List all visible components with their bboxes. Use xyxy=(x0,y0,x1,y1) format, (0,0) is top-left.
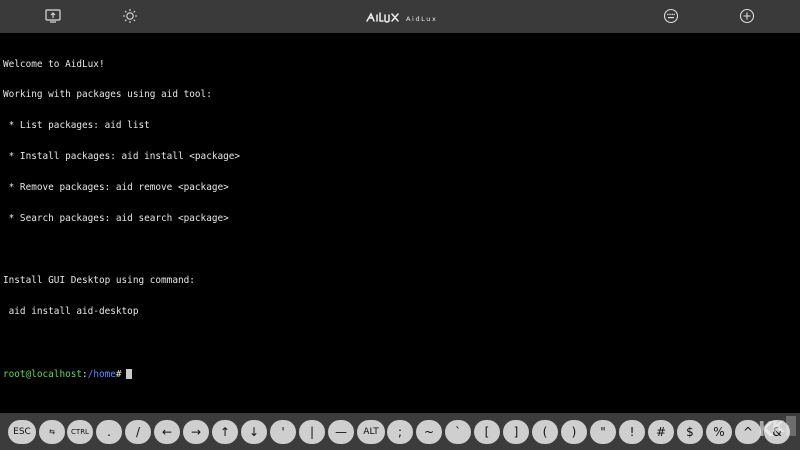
extra-key[interactable]: ; xyxy=(387,420,413,444)
extra-key[interactable]: ^ xyxy=(735,420,761,444)
prompt-user-host: root@localhost xyxy=(3,368,83,380)
extra-key[interactable]: # xyxy=(648,420,674,444)
terminal-line: * List packages: aid list xyxy=(3,120,150,132)
extra-key[interactable]: ↑ xyxy=(212,420,238,444)
terminal-line: * Search packages: aid search <package> xyxy=(3,213,229,225)
terminal-line: Welcome to AidLux! xyxy=(3,58,105,70)
terminal-line: * Install packages: aid install <package… xyxy=(3,151,241,163)
extra-key[interactable]: | xyxy=(299,420,325,444)
add-circle-icon[interactable] xyxy=(738,7,756,25)
extra-key[interactable]: CTRL xyxy=(67,420,93,444)
extra-keys-bar: ESC ⇆ CTRL. / ← → ↑ ↓ ' | — ALT; ~ `[]() "! # $% ^ & xyxy=(0,413,800,450)
extra-key[interactable]: ~ xyxy=(416,420,442,444)
terminal-output[interactable]: Welcome to AidLux! Working with packages… xyxy=(0,33,800,413)
prompt-symbol: # xyxy=(115,368,122,380)
terminal-line: Install GUI Desktop using command: xyxy=(3,274,195,286)
extra-key[interactable]: ` xyxy=(445,420,471,444)
extra-key[interactable]: % xyxy=(706,420,732,444)
aidlux-logo-icon xyxy=(366,10,402,24)
extra-key[interactable]: ↓ xyxy=(241,420,267,444)
screen-share-icon[interactable] xyxy=(44,7,62,25)
logo-text: AidLux xyxy=(406,14,438,23)
text-cursor xyxy=(125,368,132,379)
extra-key[interactable]: ' xyxy=(270,420,296,444)
extra-key[interactable]: ← xyxy=(154,420,180,444)
extra-key[interactable]: / xyxy=(125,420,151,444)
top-toolbar: AidLux xyxy=(0,0,800,33)
extra-key[interactable]: ( xyxy=(532,420,558,444)
extra-key[interactable]: . xyxy=(96,420,122,444)
prompt-path: /home xyxy=(87,368,116,380)
extra-key[interactable]: ALT xyxy=(357,420,385,444)
brightness-icon[interactable] xyxy=(121,7,139,25)
keyboard-icon[interactable] xyxy=(662,7,680,25)
terminal-line: * Remove packages: aid remove <package> xyxy=(3,182,229,194)
extra-key[interactable]: [ xyxy=(474,420,500,444)
extra-key[interactable]: ESC xyxy=(8,420,36,444)
extra-key[interactable]: " xyxy=(590,420,616,444)
extra-key[interactable]: ! xyxy=(619,420,645,444)
extra-key[interactable]: — xyxy=(328,420,354,444)
shell-prompt[interactable]: root@localhost:/home# xyxy=(3,368,800,381)
extra-key[interactable]: ) xyxy=(561,420,587,444)
terminal-line: aid install aid-desktop xyxy=(3,305,139,317)
extra-key[interactable]: → xyxy=(183,420,209,444)
aidlux-logo: AidLux xyxy=(366,9,437,25)
extra-key[interactable]: ] xyxy=(503,420,529,444)
extra-key[interactable]: & xyxy=(764,420,790,444)
extra-key[interactable]: $ xyxy=(677,420,703,444)
extra-key[interactable]: ⇆ xyxy=(39,420,65,444)
terminal-line: Working with packages using aid tool: xyxy=(3,89,212,101)
